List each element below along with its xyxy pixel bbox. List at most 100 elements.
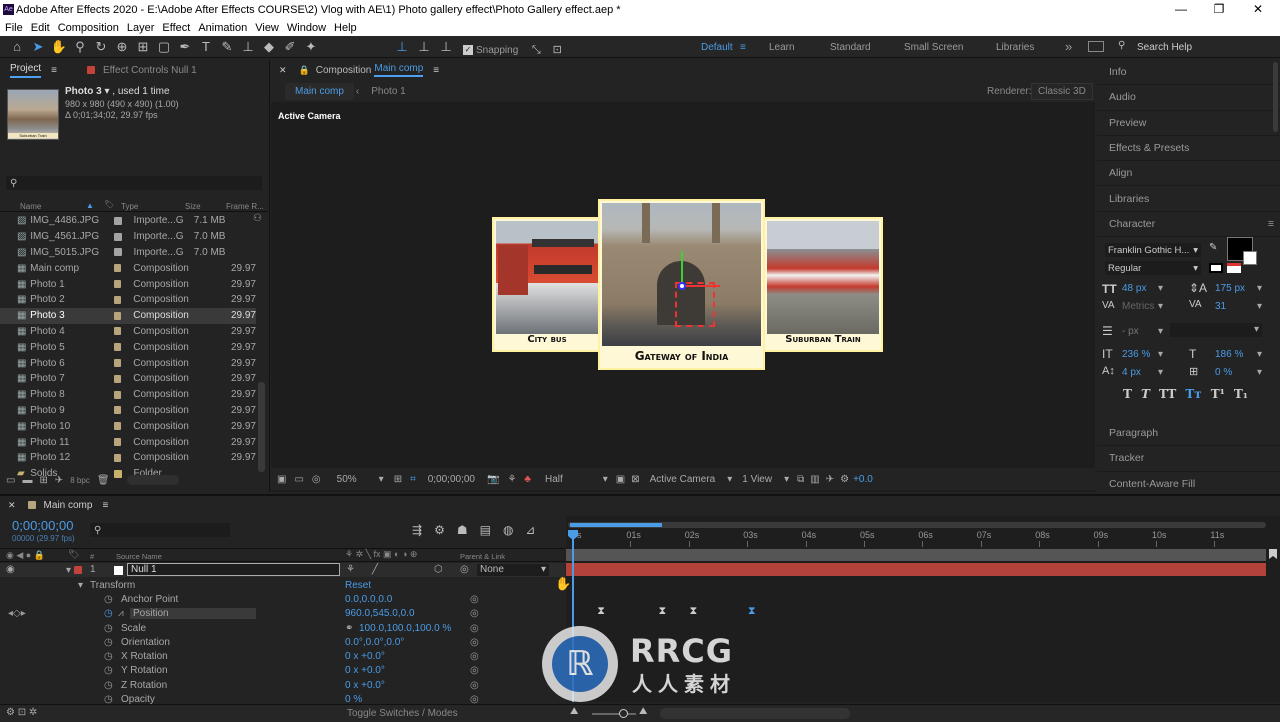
views-dropdown[interactable]: 1 View: [742, 474, 772, 485]
property-value[interactable]: 0 x +0.0°: [345, 651, 385, 662]
property-name[interactable]: Y Rotation: [118, 665, 258, 676]
small-caps-button[interactable]: Tт: [1185, 387, 1201, 401]
project-item[interactable]: ▦ Photo 12 Composition 29.97: [0, 450, 256, 466]
timeline-comp-tab[interactable]: Main comp: [44, 500, 93, 511]
snapping-checkbox[interactable]: ✓: [463, 45, 473, 55]
project-scrollbar[interactable]: [258, 382, 265, 472]
zoom-slider[interactable]: [592, 713, 636, 715]
expand-chevron-icon[interactable]: ▾: [66, 565, 71, 576]
stopwatch-icon[interactable]: ◷: [104, 594, 113, 605]
chevron-down-icon[interactable]: ▾: [1158, 367, 1163, 378]
motion-blur-icon[interactable]: ◍: [503, 523, 513, 537]
view-dropdown[interactable]: Active Camera: [650, 474, 716, 485]
tracking-value[interactable]: 31: [1215, 301, 1226, 312]
chevron-down-icon[interactable]: ▾: [1257, 301, 1262, 312]
x-axis-handle[interactable]: [682, 285, 720, 287]
zoom-out-icon[interactable]: ⛰: [570, 706, 578, 717]
quality-switch-icon[interactable]: ╱: [372, 564, 378, 575]
keyframe-marker[interactable]: ⧗: [689, 605, 697, 618]
faux-italic-button[interactable]: T: [1141, 387, 1150, 401]
graph-icon[interactable]: ⩘: [118, 608, 124, 619]
chevron-down-icon[interactable]: ▾: [603, 474, 608, 485]
tab-effect-controls[interactable]: Effect Controls Null 1: [103, 65, 197, 76]
menu-view[interactable]: View: [255, 22, 279, 34]
right-panels-scrollbar[interactable]: [1273, 62, 1278, 132]
panel-menu-icon[interactable]: ≡: [102, 500, 108, 511]
minimize-button[interactable]: —: [1173, 2, 1189, 16]
keyframe-marker[interactable]: ⧗: [597, 605, 605, 618]
vr-icon[interactable]: ◎: [312, 474, 321, 485]
eyedropper-icon[interactable]: ✎: [1209, 242, 1217, 253]
stopwatch-icon[interactable]: ◷: [104, 665, 113, 676]
snap-options-icon[interactable]: ⤡: [527, 41, 545, 59]
property-name[interactable]: X Rotation: [118, 651, 258, 662]
no-fill-icon[interactable]: [1209, 263, 1223, 274]
pick-whip-icon[interactable]: ◎: [470, 623, 479, 634]
transparency-grid-icon[interactable]: ⊠: [631, 474, 639, 485]
keyframe-marker[interactable]: ⧗: [748, 605, 756, 618]
project-item-label[interactable]: [113, 264, 122, 273]
search-help-label[interactable]: Search Help: [1137, 42, 1192, 53]
kerning-value[interactable]: Metrics: [1122, 301, 1154, 312]
col-source-name[interactable]: Source Name: [116, 552, 162, 561]
always-preview-icon[interactable]: ▣: [277, 474, 286, 485]
new-comp-icon[interactable]: ⊞: [39, 475, 47, 486]
font-size-value[interactable]: 48 px: [1122, 283, 1146, 294]
project-item[interactable]: ▦ Photo 4 Composition 29.97: [0, 324, 256, 340]
zoom-in-icon[interactable]: ⛰: [639, 706, 647, 717]
project-item[interactable]: ▦ Photo 9 Composition 29.97: [0, 403, 256, 419]
bit-depth[interactable]: 8 bpc: [70, 476, 90, 485]
toggle-switches-modes[interactable]: Toggle Switches / Modes: [347, 708, 458, 719]
zoom-dropdown[interactable]: 50%: [337, 474, 357, 485]
brush-tool-icon[interactable]: ✎: [218, 38, 236, 56]
pick-whip-icon[interactable]: ◎: [470, 651, 479, 662]
property-value[interactable]: 0 x +0.0°: [345, 665, 385, 676]
transform-property-row[interactable]: ◂◇▸ ◷ ⩘ Position 960.0,545.0,0.0 ◎: [0, 607, 565, 621]
layer-row-null1[interactable]: ◉ ▾ 1 Null 1 ⚘ ╱ ⬡ ◎ None ▾: [0, 563, 565, 577]
comp-nav-photo1[interactable]: Photo 1: [371, 86, 405, 97]
project-hscroll[interactable]: [126, 475, 179, 485]
leading-value[interactable]: 175 px: [1215, 283, 1245, 294]
photo-card-city-bus[interactable]: City bus: [492, 217, 602, 352]
exposure-reset-icon[interactable]: ⚙: [840, 474, 849, 485]
project-item-label[interactable]: [113, 422, 122, 431]
new-folder-icon[interactable]: ▬: [22, 475, 32, 486]
stroke-width-value[interactable]: - px: [1122, 326, 1139, 337]
close-icon[interactable]: ✕: [279, 65, 287, 76]
resolution-dropdown[interactable]: Half: [545, 474, 563, 485]
font-family-dropdown[interactable]: Franklin Gothic H... ▾: [1105, 243, 1201, 258]
eraser-tool-icon[interactable]: ◆: [260, 38, 278, 56]
pan-behind-icon[interactable]: ⊞: [134, 38, 152, 56]
chevron-down-icon[interactable]: ▾: [1158, 301, 1163, 312]
layer-label-color[interactable]: [74, 566, 82, 574]
pick-whip-icon[interactable]: ◎: [460, 564, 469, 575]
superscript-button[interactable]: T¹: [1211, 387, 1225, 401]
property-value[interactable]: 0.0°,0.0°,0.0°: [345, 637, 404, 648]
puppet-tool-icon[interactable]: ✦: [302, 38, 320, 56]
world-axis-icon[interactable]: ⊥: [415, 38, 433, 56]
workspace-standard[interactable]: Standard: [830, 42, 871, 53]
transform-property-row[interactable]: ◷ Y Rotation 0 x +0.0° ◎: [0, 664, 565, 678]
menu-file[interactable]: File: [5, 22, 23, 34]
col-type[interactable]: Type: [121, 202, 138, 211]
selection-tool-icon[interactable]: ➤: [29, 38, 47, 56]
zoom-slider-thumb[interactable]: [619, 709, 628, 718]
project-item-label[interactable]: [113, 280, 122, 289]
constrain-proportions-icon[interactable]: ⚭: [345, 623, 353, 634]
project-item[interactable]: ▦ Photo 11 Composition 29.97: [0, 434, 256, 450]
panel-menu-icon[interactable]: ≡: [51, 65, 57, 76]
network-icon[interactable]: ⚇: [253, 213, 262, 224]
tab-project[interactable]: Project: [10, 63, 42, 78]
property-name[interactable]: Z Rotation: [118, 680, 258, 691]
property-value[interactable]: 0.0,0.0,0.0: [345, 594, 392, 605]
draft-3d-icon[interactable]: ⚙: [434, 523, 445, 537]
pick-whip-icon[interactable]: ◎: [470, 608, 479, 619]
transform-property-row[interactable]: ◷ Scale ⚭ 100.0,100.0,100.0 % ◎: [0, 621, 565, 635]
panel-menu-icon[interactable]: ≡: [433, 65, 439, 76]
mask-icon[interactable]: ⌗: [410, 474, 416, 485]
subscript-button[interactable]: T₁: [1234, 387, 1248, 401]
interpret-footage-icon[interactable]: ▭: [6, 475, 15, 486]
preview-panel[interactable]: Preview: [1097, 111, 1280, 136]
pen-tool-icon[interactable]: ✒: [176, 38, 194, 56]
work-area-bar[interactable]: [568, 522, 1266, 528]
